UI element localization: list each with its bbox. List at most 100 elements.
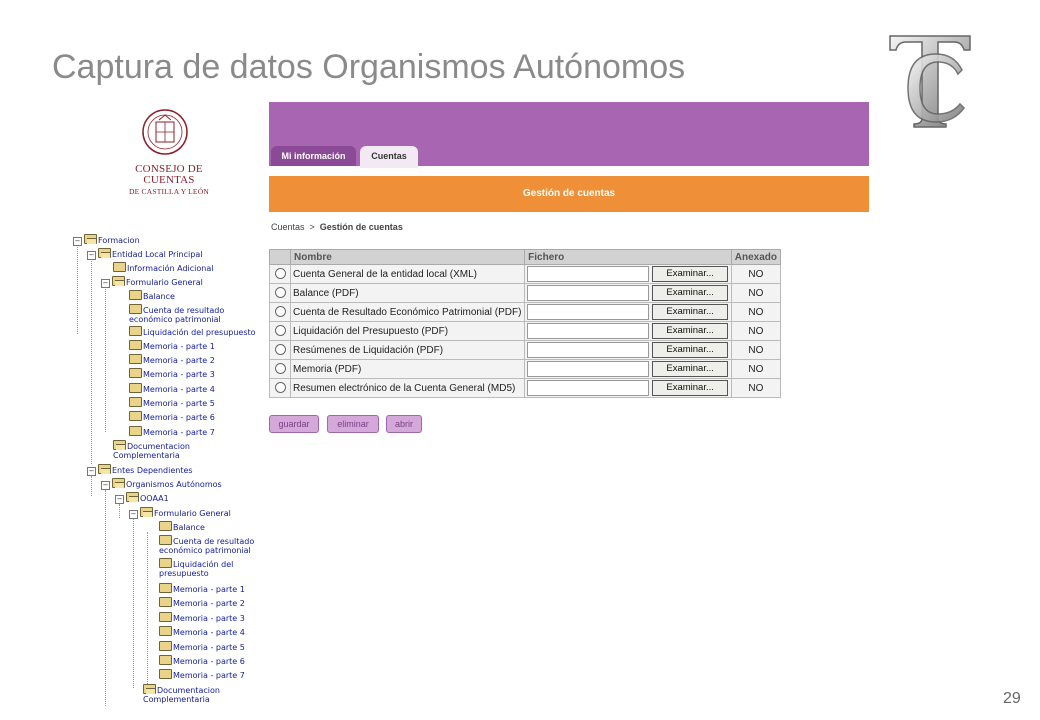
- row-nombre: Balance (PDF): [289, 283, 526, 303]
- header-nombre: Nombre: [289, 249, 526, 265]
- tree-node-formulario-general[interactable]: − Formulario General: [101, 276, 203, 288]
- row-radio[interactable]: [274, 382, 286, 394]
- abrir-button[interactable]: abrir: [386, 415, 422, 433]
- tree-node-memoria-5[interactable]: Memoria - parte 5: [129, 397, 215, 408]
- tree-node-cuenta-resultado-ooaa1[interactable]: Cuenta de resultado económico patrimonia…: [159, 535, 267, 555]
- row-radio[interactable]: [274, 344, 286, 356]
- folder-open-icon: [112, 276, 125, 286]
- tree-node-balance[interactable]: Balance: [129, 290, 175, 301]
- folder-open-icon: [98, 248, 111, 258]
- browse-button[interactable]: Examinar...: [652, 304, 729, 320]
- left-panel: CONSEJO DE CUENTAS DE CASTILLA Y LEÓN − F…: [57, 102, 269, 710]
- table-row: Resúmenes de Liquidación (PDF) Examinar.…: [269, 340, 782, 360]
- folder-icon: [129, 326, 142, 336]
- tree-node-info-adicional[interactable]: Información Adicional: [113, 262, 213, 273]
- collapse-icon[interactable]: −: [101, 279, 110, 288]
- tree-node-formacion[interactable]: − Formacion: [73, 234, 140, 246]
- tree-node-documentacion-ooaa1[interactable]: Documentacion Complementaria: [143, 684, 253, 704]
- row-radio[interactable]: [274, 306, 286, 318]
- header-anexado: Anexado: [730, 249, 782, 265]
- tree-node-documentacion[interactable]: Documentacion Complementaria: [113, 440, 233, 460]
- tree-node-balance-ooaa1[interactable]: Balance: [159, 521, 205, 532]
- file-field[interactable]: [527, 361, 650, 377]
- tree-node-memoria-1-ooaa1[interactable]: Memoria - parte 1: [159, 583, 245, 594]
- folder-icon: [129, 426, 142, 436]
- tree-node-liquidacion[interactable]: Liquidación del presupuesto: [129, 326, 256, 337]
- tab-cuentas[interactable]: Cuentas: [360, 146, 418, 168]
- collapse-icon[interactable]: −: [115, 495, 124, 504]
- table-row: Cuenta General de la entidad local (XML)…: [269, 264, 782, 284]
- tree-node-memoria-3-ooaa1[interactable]: Memoria - parte 3: [159, 612, 245, 623]
- folder-icon: [129, 304, 142, 314]
- browse-button[interactable]: Examinar...: [652, 285, 729, 301]
- tree-node-entidad-local[interactable]: − Entidad Local Principal: [87, 248, 202, 260]
- tree-node-memoria-4-ooaa1[interactable]: Memoria - parte 4: [159, 626, 245, 637]
- tree-node-organismos-autonomos[interactable]: − Organismos Autónomos: [101, 478, 222, 490]
- row-anexado: NO: [730, 302, 782, 322]
- tree-node-memoria-7-ooaa1[interactable]: Memoria - parte 7: [159, 669, 245, 680]
- tree-node-cuenta-resultado[interactable]: Cuenta de resultado económico patrimonia…: [129, 304, 265, 324]
- file-field[interactable]: [527, 323, 650, 339]
- row-radio[interactable]: [274, 363, 286, 375]
- browse-button[interactable]: Examinar...: [652, 266, 729, 282]
- collapse-icon[interactable]: −: [101, 481, 110, 490]
- browse-button[interactable]: Examinar...: [652, 342, 729, 358]
- table-row: Balance (PDF) Examinar... NO: [269, 283, 782, 303]
- browse-button[interactable]: Examinar...: [652, 361, 729, 377]
- section-bar: Gestión de cuentas: [269, 176, 869, 212]
- tree-node-ooaa1[interactable]: − OOAA1: [115, 492, 169, 504]
- breadcrumb-separator: >: [309, 222, 315, 232]
- guardar-button[interactable]: guardar: [269, 415, 319, 433]
- eliminar-button[interactable]: eliminar: [327, 415, 379, 433]
- row-radio[interactable]: [274, 268, 286, 280]
- row-anexado: NO: [730, 283, 782, 303]
- tree-node-memoria-1[interactable]: Memoria - parte 1: [129, 340, 215, 351]
- row-radio[interactable]: [274, 325, 286, 337]
- tree-node-memoria-5-ooaa1[interactable]: Memoria - parte 5: [159, 641, 245, 652]
- collapse-icon[interactable]: −: [87, 251, 96, 260]
- browse-button[interactable]: Examinar...: [652, 323, 729, 339]
- row-anexado: NO: [730, 340, 782, 360]
- file-field[interactable]: [527, 342, 650, 358]
- tree-node-memoria-2-ooaa1[interactable]: Memoria - parte 2: [159, 597, 245, 608]
- org-name-line1: CONSEJO DE CUENTAS: [135, 163, 203, 186]
- folder-icon: [159, 535, 172, 545]
- browse-button[interactable]: Examinar...: [652, 380, 729, 396]
- file-field[interactable]: [527, 304, 650, 320]
- header-bar: [269, 102, 869, 166]
- app-screenshot: CONSEJO DE CUENTAS DE CASTILLA Y LEÓN − F…: [57, 102, 869, 710]
- collapse-icon[interactable]: −: [73, 237, 82, 246]
- folder-icon: [159, 583, 172, 593]
- tree-node-entes-dependientes[interactable]: − Entes Dependientes: [87, 464, 193, 476]
- tree-node-memoria-6-ooaa1[interactable]: Memoria - parte 6: [159, 655, 245, 666]
- tree-node-memoria-3[interactable]: Memoria - parte 3: [129, 368, 215, 379]
- tree-node-liquidacion-ooaa1[interactable]: Liquidación del presupuesto: [159, 558, 249, 578]
- tree-node-memoria-4[interactable]: Memoria - parte 4: [129, 383, 215, 394]
- folder-open-icon: [98, 464, 111, 474]
- navigation-tree: − Formacion − Entidad Local Principal Info…: [57, 230, 269, 710]
- breadcrumb-root[interactable]: Cuentas: [271, 222, 305, 232]
- row-anexado: NO: [730, 264, 782, 284]
- row-nombre: Cuenta de Resultado Económico Patrimonia…: [289, 302, 526, 322]
- tree-node-memoria-6[interactable]: Memoria - parte 6: [129, 411, 215, 422]
- file-field[interactable]: [527, 380, 650, 396]
- row-nombre: Resúmenes de Liquidación (PDF): [289, 340, 526, 360]
- file-field[interactable]: [527, 266, 650, 282]
- folder-icon: [129, 397, 142, 407]
- row-radio[interactable]: [274, 287, 286, 299]
- folder-open-icon: [113, 440, 126, 450]
- collapse-icon[interactable]: −: [129, 510, 138, 519]
- folder-open-icon: [84, 234, 97, 244]
- folder-icon: [159, 597, 172, 607]
- tc-logo-icon: [889, 35, 971, 128]
- tree-node-formulario-general-ooaa1[interactable]: − Formulario General: [129, 507, 231, 519]
- tree-node-memoria-7[interactable]: Memoria - parte 7: [129, 426, 215, 437]
- collapse-icon[interactable]: −: [87, 467, 96, 476]
- breadcrumb-current: Gestión de cuentas: [319, 222, 403, 232]
- tree-node-memoria-2[interactable]: Memoria - parte 2: [129, 354, 215, 365]
- folder-icon: [113, 262, 126, 272]
- file-field[interactable]: [527, 285, 650, 301]
- tab-mi-informacion[interactable]: Mi información: [271, 146, 356, 166]
- folder-icon: [129, 290, 142, 300]
- folder-open-icon: [112, 478, 125, 488]
